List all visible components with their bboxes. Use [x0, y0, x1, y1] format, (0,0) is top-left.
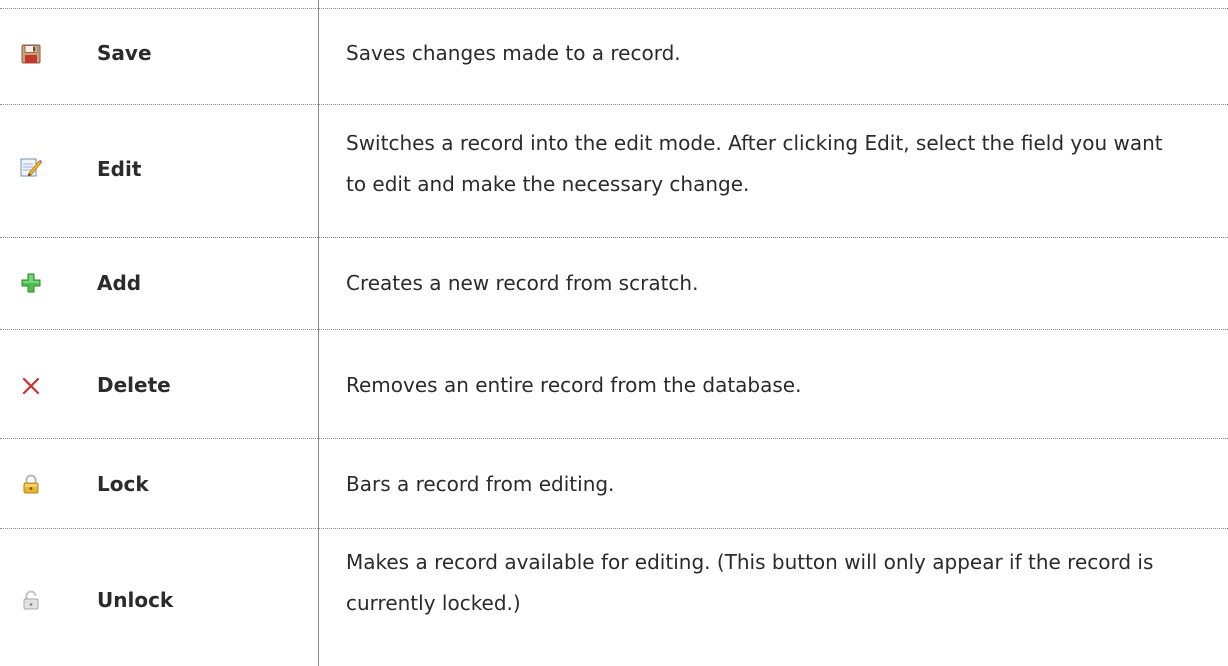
- table-row-edit: Edit Switches a record into the edit mod…: [0, 104, 1228, 237]
- table-row-delete: Delete Removes an entire record from the…: [0, 329, 1228, 438]
- unlock-icon: [20, 589, 42, 611]
- row-description: Switches a record into the edit mode. Af…: [346, 131, 1163, 196]
- row-description: Creates a new record from scratch.: [346, 271, 699, 295]
- button-reference-table: Save Saves changes made to a record. Edi…: [0, 0, 1228, 666]
- lock-icon: [20, 473, 42, 495]
- row-name: Save: [97, 41, 152, 65]
- table-row-save: Save Saves changes made to a record.: [0, 8, 1228, 104]
- table-row-unlock: Unlock Makes a record available for edit…: [0, 528, 1228, 666]
- row-description: Removes an entire record from the databa…: [346, 373, 802, 397]
- table-row-add: Add Creates a new record from scratch.: [0, 237, 1228, 329]
- table-row-lock: Lock Bars a record from editing.: [0, 438, 1228, 528]
- row-description: Bars a record from editing.: [346, 472, 615, 496]
- add-icon: [20, 272, 42, 294]
- save-icon: [20, 43, 42, 65]
- row-name: Delete: [97, 373, 171, 397]
- row-description: Makes a record available for editing. (T…: [346, 550, 1154, 615]
- row-name: Lock: [97, 472, 149, 496]
- row-description: Saves changes made to a record.: [346, 41, 681, 65]
- row-name: Add: [97, 271, 142, 295]
- edit-icon: [20, 156, 42, 178]
- delete-icon: [20, 375, 42, 397]
- row-name: Unlock: [97, 588, 174, 612]
- row-name: Edit: [97, 157, 142, 181]
